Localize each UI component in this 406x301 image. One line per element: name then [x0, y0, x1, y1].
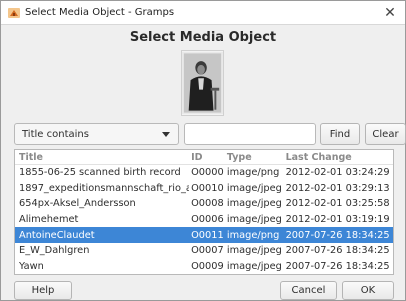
dialog-heading: Select Media Object — [129, 30, 277, 45]
table-row-selected[interactable]: AntoineClaudet O0011 image/png 2007-07-2… — [15, 227, 393, 243]
find-button[interactable]: Find — [320, 123, 360, 145]
gramps-app-icon — [8, 8, 20, 18]
cell-last-change: 2007-07-26 18:34:25 — [285, 229, 390, 241]
cell-type: image/png — [226, 229, 280, 241]
cancel-button[interactable]: Cancel — [280, 281, 337, 300]
window-title: Select Media Object - Gramps — [25, 7, 175, 18]
chevron-down-icon — [162, 132, 170, 137]
cell-type: image/jpeg — [226, 260, 282, 272]
column-header-id[interactable]: ID — [189, 152, 225, 163]
cell-type: image/jpeg — [226, 214, 282, 226]
title-bar: Select Media Object - Gramps ✕ — [1, 1, 405, 25]
close-icon[interactable]: ✕ — [381, 4, 399, 22]
cell-title: AntoineClaudet — [19, 229, 95, 241]
cell-id: O0008 — [191, 198, 224, 210]
dialog-button-bar: Help Cancel OK — [1, 279, 405, 301]
dialog-window: Select Media Object - Gramps ✕ Select Me… — [0, 0, 406, 301]
table-row[interactable]: 1897_expeditionsmannschaft_rio_a O0010 i… — [15, 181, 393, 197]
cell-last-change: 2007-07-26 18:34:25 — [285, 260, 390, 272]
column-header-type[interactable]: Type — [225, 152, 284, 163]
table-row[interactable]: Alimehemet O0006 image/jpeg 2012-02-01 0… — [15, 212, 393, 228]
table-row[interactable]: 654px-Aksel_Andersson O0008 image/jpeg 2… — [15, 196, 393, 212]
cell-id: O0007 — [191, 245, 224, 257]
cell-type: image/jpeg — [226, 182, 282, 194]
cell-id: O0000 — [191, 167, 224, 179]
clear-button[interactable]: Clear — [365, 123, 406, 145]
column-header-last-change[interactable]: Last Change — [284, 152, 393, 163]
cell-last-change: 2012-02-01 03:19:19 — [285, 214, 390, 226]
cell-title: Yawn — [19, 260, 44, 272]
cell-last-change: 2012-02-01 03:24:29 — [285, 167, 390, 179]
media-preview-image — [181, 50, 224, 116]
ok-button[interactable]: OK — [342, 281, 394, 300]
table-header: Title ID Type Last Change — [15, 150, 393, 165]
cell-title: Alimehemet — [19, 214, 79, 226]
cell-id: O0011 — [191, 229, 224, 241]
help-button[interactable]: Help — [14, 281, 72, 300]
cell-type: image/jpeg — [226, 245, 282, 257]
cell-title: 654px-Aksel_Andersson — [19, 198, 136, 210]
media-list[interactable]: Title ID Type Last Change 1855-06-25 sca… — [14, 149, 394, 275]
filter-bar: Title contains Find Clear — [14, 123, 406, 145]
cell-type: image/png — [226, 167, 280, 179]
column-header-title[interactable]: Title — [15, 152, 189, 163]
cell-last-change: 2007-07-26 18:34:25 — [285, 245, 390, 257]
search-input[interactable] — [184, 123, 316, 145]
cell-type: image/jpeg — [226, 198, 282, 210]
cell-title: 1855-06-25 scanned birth record — [19, 167, 181, 179]
table-row[interactable]: Yawn O0009 image/jpeg 2007-07-26 18:34:2… — [15, 259, 393, 274]
cell-last-change: 2012-02-01 03:25:58 — [285, 198, 390, 210]
table-row[interactable]: E_W_Dahlgren O0007 image/jpeg 2007-07-26… — [15, 243, 393, 259]
search-field-combobox[interactable]: Title contains — [14, 123, 179, 145]
cell-title: E_W_Dahlgren — [19, 245, 90, 257]
cell-last-change: 2012-02-01 03:29:13 — [285, 182, 390, 194]
cell-id: O0006 — [191, 214, 224, 226]
cell-id: O0009 — [191, 260, 224, 272]
combobox-value: Title contains — [22, 128, 89, 140]
cell-title: 1897_expeditionsmannschaft_rio_a — [19, 182, 190, 194]
cell-id: O0010 — [191, 182, 224, 194]
table-row[interactable]: 1855-06-25 scanned birth record O0000 im… — [15, 165, 393, 181]
